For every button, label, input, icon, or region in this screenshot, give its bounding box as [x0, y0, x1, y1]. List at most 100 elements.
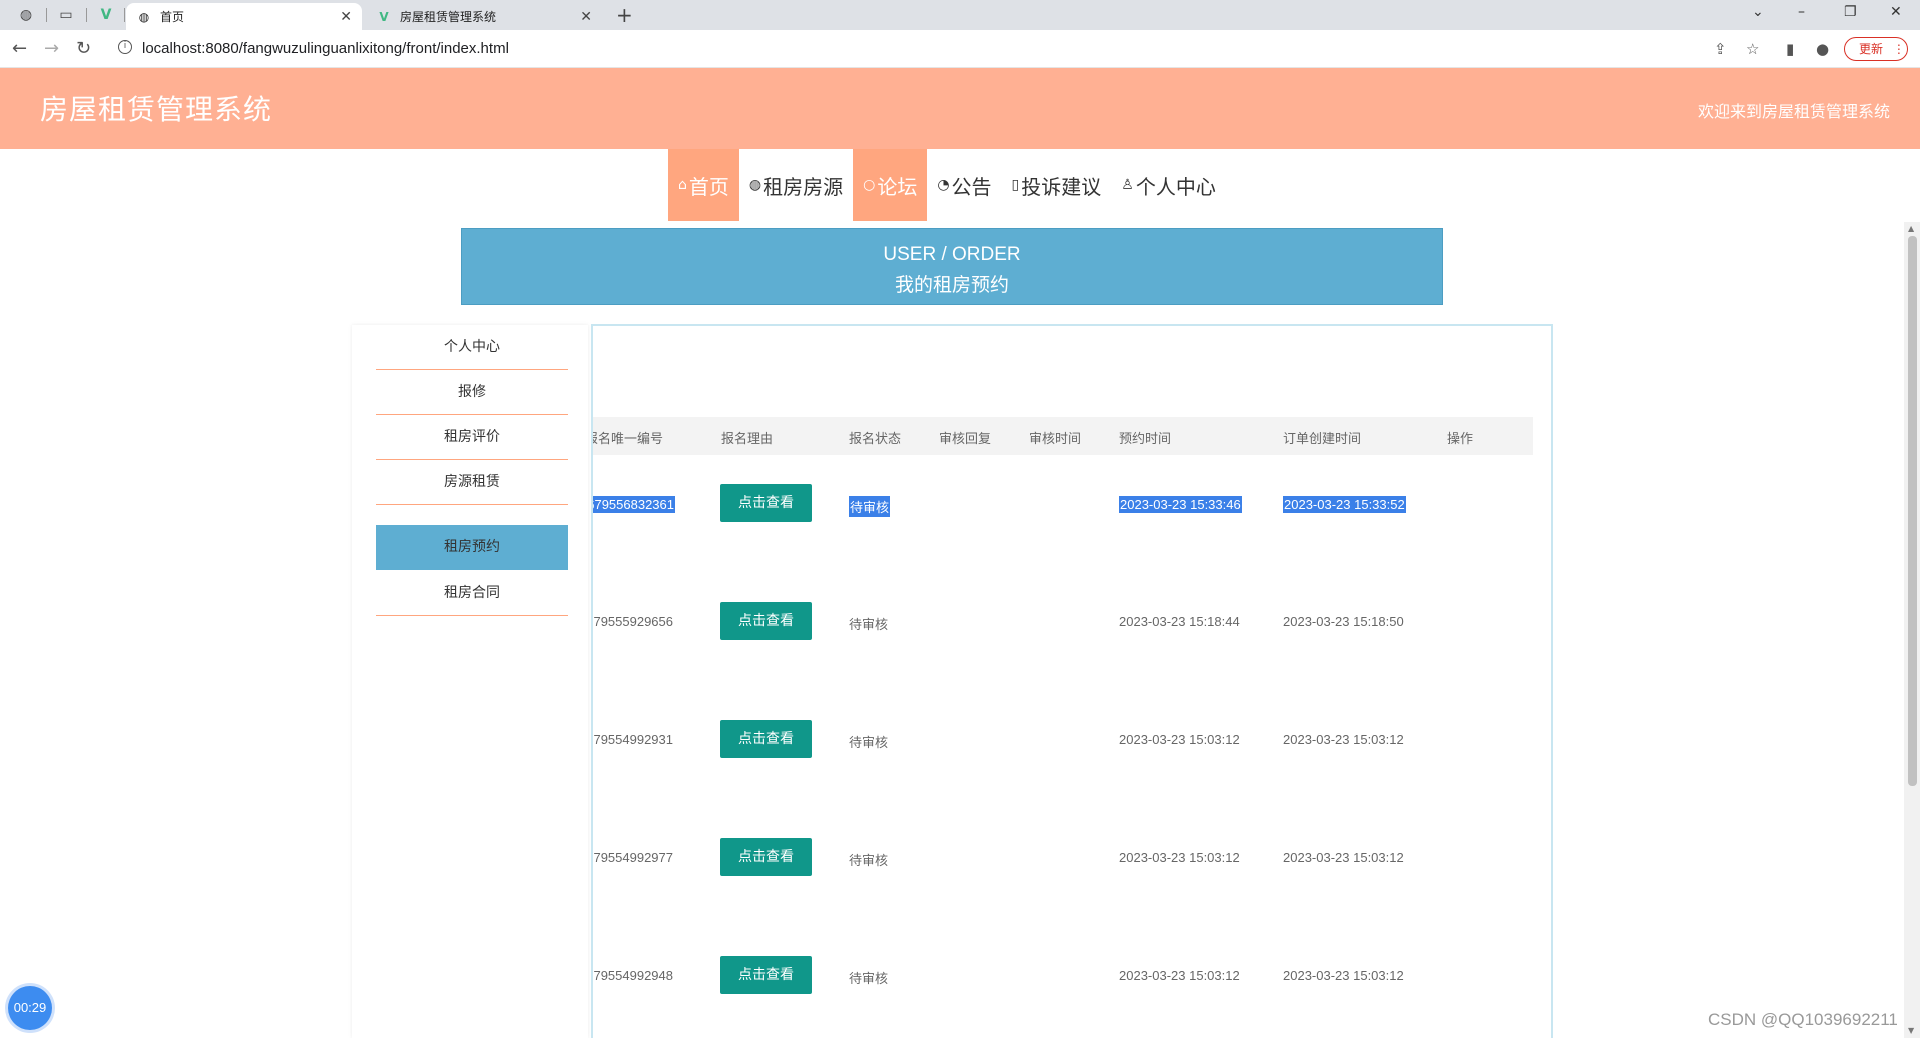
close-icon[interactable]: ✕	[340, 9, 352, 25]
cell-created-time: 2023-03-23 15:03:12	[1283, 968, 1404, 983]
address-bar[interactable]: localhost:8080/fangwuzulinguanlixitong/f…	[142, 40, 509, 57]
browser-toolbar: ← → ↻ i localhost:8080/fangwuzulinguanli…	[0, 30, 1920, 68]
vue-logo-icon: V	[379, 9, 389, 24]
view-reason-button[interactable]: 点击查看	[720, 956, 812, 994]
tab-system[interactable]: V 房屋租赁管理系统 ✕	[366, 3, 602, 30]
view-reason-button[interactable]: 点击查看	[720, 720, 812, 758]
restore-icon[interactable]: ❐	[1844, 4, 1857, 20]
kebab-menu-icon: ⋮	[1892, 42, 1905, 56]
recording-timer: 00:29	[8, 986, 52, 1030]
new-tab-icon[interactable]: +	[616, 3, 633, 27]
cell-id: 1679554992948	[593, 968, 673, 983]
window-close-icon[interactable]: ✕	[1890, 4, 1902, 20]
page-scrollbar[interactable]: ▲ ▼	[1904, 222, 1920, 1038]
main-nav: ⌂ 首页 ◍ 租房房源 ○ 论坛 ◔ 公告 ▯ 投诉建议 ♙ 个人中心	[668, 149, 1226, 221]
col-header-status: 报名状态	[849, 432, 902, 447]
cell-booking-time: 2023-03-23 15:03:12	[1119, 732, 1240, 747]
user-sidebar: 个人中心 报修 租房评价 房源租赁 租房预约 租房合同	[352, 325, 588, 1038]
reload-icon[interactable]: ↻	[76, 38, 91, 59]
scroll-up-icon[interactable]: ▲	[1908, 224, 1914, 233]
table-header: 报名唯一编号 报名理由 报名状态 审核回复 审核时间 预约时间 订单创建时间 操…	[593, 417, 1533, 455]
nav-rental-listings[interactable]: ◍ 租房房源	[739, 149, 853, 221]
page-banner: USER / ORDER 我的租房预约	[461, 228, 1443, 305]
cell-id: 1679554992931	[593, 732, 673, 747]
cell-id: 1679556832361	[593, 496, 675, 513]
cell-booking-time: 2023-03-23 15:33:46	[1119, 496, 1242, 513]
browser-tabstrip: ◍ ▭ V ◍ 首页 ✕ V 房屋租赁管理系统 ✕ + ⌄ – ❐ ✕	[0, 0, 1920, 30]
scroll-thumb[interactable]	[1908, 236, 1917, 786]
tab-home[interactable]: ◍ 首页 ✕	[126, 3, 362, 30]
share-icon[interactable]: ⇪	[1714, 40, 1727, 58]
globe-icon[interactable]: ◍	[16, 5, 36, 25]
col-header-id: 报名唯一编号	[591, 432, 664, 447]
sidebar-item-personal-center[interactable]: 个人中心	[376, 325, 568, 370]
page-icon[interactable]: ▭	[56, 5, 76, 25]
forward-icon[interactable]: →	[44, 38, 59, 59]
cell-id: 1679554992977	[593, 850, 673, 865]
note-icon: ▯	[1011, 177, 1020, 193]
site-info-icon[interactable]: i	[118, 40, 132, 54]
cell-created-time: 2023-03-23 15:03:12	[1283, 850, 1404, 865]
back-icon[interactable]: ←	[12, 38, 27, 59]
col-header-action: 操作	[1447, 432, 1474, 447]
close-icon[interactable]: ✕	[580, 9, 592, 25]
cell-id: 1679555929656	[593, 614, 673, 629]
cell-status: 待审核	[849, 496, 891, 517]
nav-complaints[interactable]: ▯ 投诉建议	[1002, 149, 1112, 221]
view-reason-button[interactable]: 点击查看	[720, 484, 812, 522]
bookmark-star-icon[interactable]: ☆	[1746, 40, 1759, 58]
sidebar-item-rental-booking[interactable]: 租房预约	[376, 525, 568, 570]
view-reason-button[interactable]: 点击查看	[720, 602, 812, 640]
cell-booking-time: 2023-03-23 15:18:44	[1119, 614, 1240, 629]
col-header-audit-time: 审核时间	[1029, 432, 1082, 447]
tab-title: 房屋租赁管理系统	[400, 10, 497, 24]
col-header-reply: 审核回复	[939, 432, 992, 447]
nav-announcement[interactable]: ◔ 公告	[927, 149, 1001, 221]
sidebar-item-rental-contract[interactable]: 租房合同	[376, 571, 568, 616]
cell-status: 待审核	[849, 853, 889, 868]
globe-icon: ◍	[138, 9, 150, 24]
nav-label: 公告	[951, 174, 992, 199]
col-header-created-time: 订单创建时间	[1283, 432, 1362, 447]
nav-label: 首页	[688, 174, 729, 199]
cell-created-time: 2023-03-23 15:03:12	[1283, 732, 1404, 747]
sidebar-item-listing-rental[interactable]: 房源租赁	[376, 460, 568, 505]
sidebar-item-rental-review[interactable]: 租房评价	[376, 415, 568, 460]
sidepanel-icon[interactable]: ▮	[1786, 40, 1794, 58]
tab-separator	[46, 8, 47, 22]
nav-personal-center[interactable]: ♙ 个人中心	[1111, 149, 1226, 221]
welcome-text: 欢迎来到房屋租赁管理系统	[1697, 102, 1890, 121]
col-header-reason: 报名理由	[721, 432, 774, 447]
site-title: 房屋租赁管理系统	[40, 93, 273, 126]
update-label: 更新	[1859, 42, 1884, 56]
banner-title-en: USER / ORDER	[883, 244, 1021, 265]
tab-separator	[86, 8, 87, 22]
update-button[interactable]: 更新 ⋮	[1844, 37, 1908, 61]
minimize-icon[interactable]: –	[1798, 4, 1805, 20]
nav-home[interactable]: ⌂ 首页	[668, 149, 739, 221]
vue-logo-icon[interactable]: V	[96, 5, 116, 25]
scroll-down-icon[interactable]: ▼	[1908, 1026, 1914, 1035]
chevron-down-icon[interactable]: ⌄	[1752, 4, 1764, 20]
cell-booking-time: 2023-03-23 15:03:12	[1119, 850, 1240, 865]
cell-booking-time: 2023-03-23 15:03:12	[1119, 968, 1240, 983]
cell-status: 待审核	[849, 971, 889, 986]
col-header-booking-time: 预约时间	[1119, 432, 1172, 447]
nav-label: 个人中心	[1135, 174, 1216, 199]
view-reason-button[interactable]: 点击查看	[720, 838, 812, 876]
watermark: CSDN @QQ1039692211	[1708, 1010, 1898, 1029]
palette-icon: ◔	[937, 177, 950, 193]
cell-created-time: 2023-03-23 15:18:50	[1283, 614, 1404, 629]
banner-title-cn: 我的租房预约	[894, 274, 1009, 296]
nav-label: 租房房源	[763, 174, 844, 199]
globe-icon: ◍	[748, 177, 762, 193]
booking-panel: 报名唯一编号 报名理由 报名状态 审核回复 审核时间 预约时间 订单创建时间 操…	[591, 324, 1553, 1038]
sidebar-item-repair[interactable]: 报修	[376, 370, 568, 415]
nav-label: 投诉建议	[1021, 174, 1102, 199]
cell-created-time: 2023-03-23 15:33:52	[1283, 496, 1406, 513]
home-icon: ⌂	[678, 177, 687, 193]
user-icon: ♙	[1121, 177, 1134, 193]
cell-status: 待审核	[849, 735, 889, 750]
nav-forum[interactable]: ○ 论坛	[853, 149, 928, 221]
profile-icon[interactable]: ●	[1816, 40, 1829, 58]
